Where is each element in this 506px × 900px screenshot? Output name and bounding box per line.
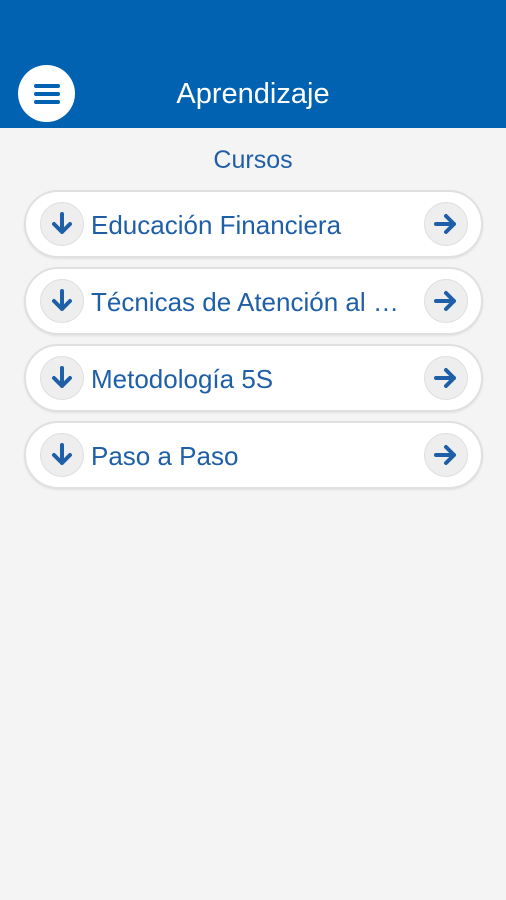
arrow-right-icon <box>434 445 456 465</box>
download-button[interactable] <box>40 202 84 246</box>
open-course-button[interactable] <box>424 356 468 400</box>
arrow-right-icon <box>434 214 456 234</box>
open-course-button[interactable] <box>424 279 468 323</box>
course-item[interactable]: Metodología 5S <box>24 344 483 412</box>
course-title: Paso a Paso <box>91 441 239 471</box>
arrow-down-icon <box>52 289 72 311</box>
arrow-right-icon <box>434 368 456 388</box>
course-title: Técnicas de Atención al Cliente <box>91 287 413 317</box>
arrow-down-icon <box>52 443 72 465</box>
course-item[interactable]: Técnicas de Atención al Cliente <box>24 267 483 335</box>
arrow-down-icon <box>52 212 72 234</box>
course-list: Educación Financiera Técnicas de Atenció… <box>24 190 483 498</box>
download-button[interactable] <box>40 356 84 400</box>
open-course-button[interactable] <box>424 433 468 477</box>
course-item[interactable]: Educación Financiera <box>24 190 483 258</box>
page-title: Aprendizaje <box>176 78 330 110</box>
app-header: Aprendizaje <box>0 0 506 128</box>
open-course-button[interactable] <box>424 202 468 246</box>
course-title: Educación Financiera <box>91 210 342 240</box>
section-title: Cursos <box>213 146 293 174</box>
download-button[interactable] <box>40 279 84 323</box>
download-button[interactable] <box>40 433 84 477</box>
arrow-right-icon <box>434 291 456 311</box>
course-title: Metodología 5S <box>91 364 274 394</box>
arrow-down-icon <box>52 366 72 388</box>
course-item[interactable]: Paso a Paso <box>24 421 483 489</box>
